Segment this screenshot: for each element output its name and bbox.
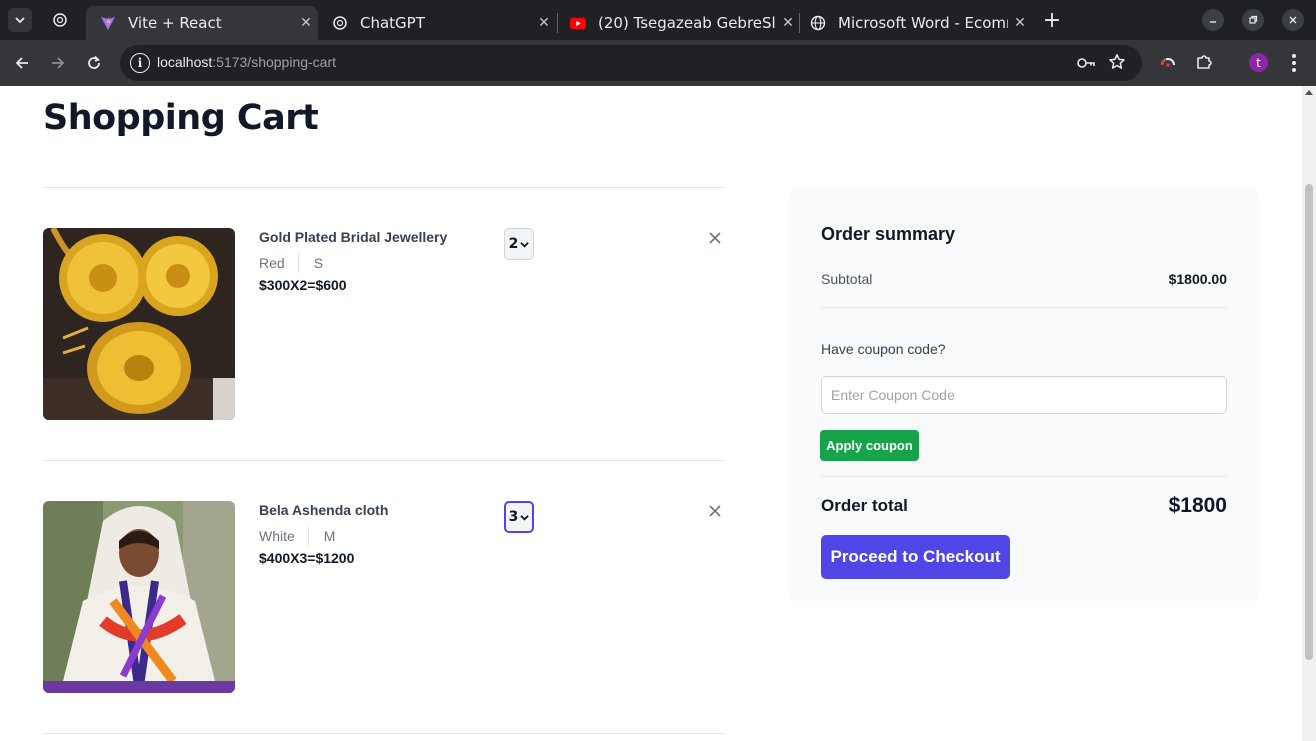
scroll-up-arrow-icon[interactable] <box>1305 90 1313 95</box>
subtotal-label: Subtotal <box>821 271 873 287</box>
cart-item: Bela Ashenda cloth White M $400X3=$1200 … <box>43 501 725 693</box>
quantity-value: 2 <box>508 236 519 252</box>
order-summary-title: Order summary <box>821 224 956 244</box>
subtotal-value: $1800.00 <box>1168 271 1227 287</box>
apply-coupon-button[interactable]: Apply coupon <box>820 430 919 461</box>
remove-item-button[interactable] <box>707 501 723 521</box>
tab-word-document[interactable]: Microsoft Word - Ecomm ✕ <box>796 6 1032 40</box>
subtotal-row: Subtotal $1800.00 <box>821 271 1227 287</box>
chevron-down-icon <box>15 17 25 24</box>
close-icon <box>1289 16 1297 24</box>
product-image[interactable] <box>43 501 235 693</box>
coupon-input[interactable] <box>821 376 1227 414</box>
page-title: Shopping Cart <box>43 98 319 138</box>
product-color: White <box>259 528 295 544</box>
reload-button[interactable] <box>82 51 106 75</box>
divider <box>43 187 725 188</box>
attribute-separator <box>307 526 309 546</box>
site-info-icon[interactable]: i <box>130 53 150 73</box>
plus-icon: + <box>1042 7 1062 33</box>
chatgpt-icon <box>332 15 348 31</box>
close-icon <box>709 232 721 244</box>
tab-title: (20) Tsegazeab GebreSla <box>598 14 776 32</box>
product-attributes: White M <box>259 526 335 546</box>
product-name[interactable]: Bela Ashenda cloth <box>259 502 388 518</box>
scrollbar-thumb[interactable] <box>1305 184 1313 660</box>
attribute-separator <box>297 253 299 273</box>
reload-icon <box>88 55 101 69</box>
tab-title: Microsoft Word - Ecomm <box>838 14 1008 32</box>
forward-button[interactable] <box>46 51 70 75</box>
cart-item: Gold Plated Bridal Jewellery Red S $300X… <box>43 228 725 420</box>
product-price-line: $300X2=$600 <box>259 277 347 293</box>
new-tab-button[interactable]: + <box>1040 7 1064 33</box>
profile-avatar[interactable]: t <box>1249 53 1268 72</box>
extension-icon[interactable] <box>1159 54 1177 72</box>
remove-item-button[interactable] <box>707 228 723 248</box>
quantity-select[interactable]: 3 <box>504 501 534 533</box>
extensions-puzzle-icon[interactable] <box>1195 53 1215 73</box>
minimize-icon <box>1210 21 1216 23</box>
restore-icon <box>1249 15 1258 24</box>
coupon-label: Have coupon code? <box>821 341 946 357</box>
close-icon <box>709 505 721 517</box>
divider <box>43 460 725 461</box>
window-close-button[interactable] <box>1282 9 1304 31</box>
chevron-down-icon <box>520 241 530 248</box>
back-button[interactable] <box>10 51 34 75</box>
order-total-label: Order total <box>821 496 908 515</box>
divider <box>821 476 1227 477</box>
divider <box>43 733 725 734</box>
product-size: M <box>323 528 336 544</box>
quantity-select[interactable]: 2 <box>504 228 534 260</box>
product-attributes: Red S <box>259 253 323 273</box>
order-summary-panel: Order summary Subtotal $1800.00 Have cou… <box>789 187 1259 601</box>
chatgpt-icon <box>53 13 67 27</box>
page-content: Shopping Cart Gold Plated Bridal Jewelle… <box>0 86 1302 741</box>
url-host: localhost <box>157 54 213 70</box>
order-total-row: Order total $1800 <box>821 494 1227 518</box>
tab-youtube[interactable]: (20) Tsegazeab GebreSla ✕ <box>556 6 800 40</box>
tab-title: ChatGPT <box>360 14 425 32</box>
password-key-icon[interactable] <box>1076 54 1096 72</box>
pinned-tab-chatgpt[interactable] <box>50 10 70 30</box>
restore-button[interactable] <box>1242 9 1264 31</box>
url-text[interactable]: localhost:5173/shopping-cart <box>157 54 336 70</box>
vite-icon <box>100 15 116 31</box>
youtube-icon <box>570 15 586 31</box>
product-name[interactable]: Gold Plated Bridal Jewellery <box>259 229 447 245</box>
address-bar[interactable]: i localhost:5173/shopping-cart <box>120 45 1142 81</box>
url-path: :5173/shopping-cart <box>212 54 337 70</box>
proceed-to-checkout-button[interactable]: Proceed to Checkout <box>821 535 1010 579</box>
product-price-line: $400X3=$1200 <box>259 550 355 566</box>
tab-chatgpt[interactable]: ChatGPT ✕ <box>318 6 556 40</box>
more-menu-icon[interactable] <box>1285 52 1303 74</box>
order-total-value: $1800 <box>1168 494 1227 517</box>
close-icon[interactable]: ✕ <box>294 15 318 31</box>
arrow-left-icon <box>15 57 28 69</box>
divider <box>821 307 1227 308</box>
page-scrollbar[interactable] <box>1302 86 1316 741</box>
minimize-button[interactable] <box>1202 9 1224 31</box>
browser-toolbar: i localhost:5173/shopping-cart t <box>0 40 1316 86</box>
chevron-down-icon <box>520 514 530 521</box>
tab-vite-react[interactable]: Vite + React ✕ <box>86 6 318 40</box>
product-image[interactable] <box>43 228 235 420</box>
close-icon[interactable]: ✕ <box>1008 15 1032 31</box>
arrow-right-icon <box>52 57 65 69</box>
tab-title: Vite + React <box>128 14 222 32</box>
quantity-value: 3 <box>508 509 519 525</box>
bookmark-star-icon[interactable] <box>1108 53 1128 73</box>
tab-search-button[interactable] <box>8 8 32 32</box>
browser-tab-bar: Vite + React ✕ ChatGPT ✕ (20) Tsegazeab … <box>0 0 1316 40</box>
close-icon[interactable]: ✕ <box>532 15 556 31</box>
product-color: Red <box>259 255 285 271</box>
product-size: S <box>313 255 324 271</box>
globe-icon <box>810 15 826 31</box>
